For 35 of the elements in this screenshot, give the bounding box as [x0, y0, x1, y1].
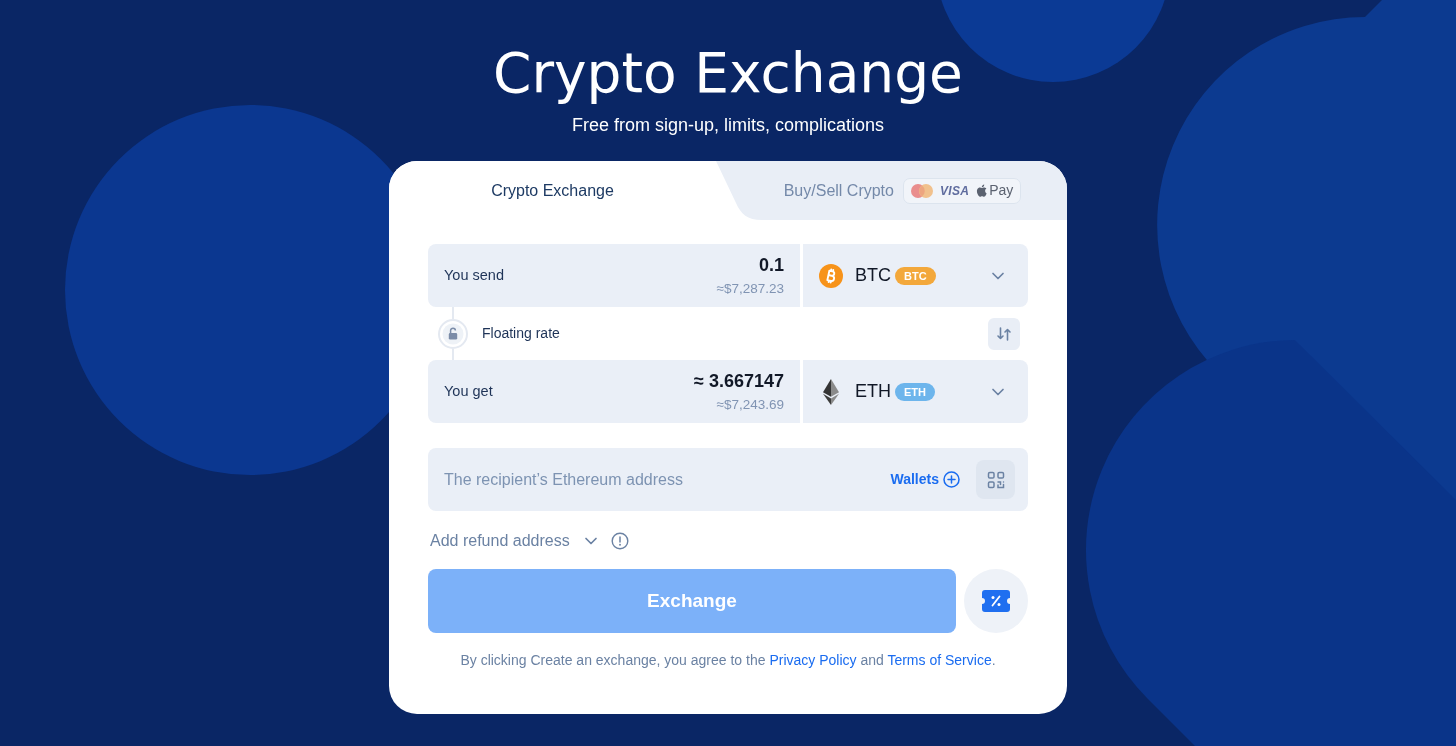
currency-select[interactable]: BTC BTC	[803, 244, 1028, 307]
bitcoin-coin-icon	[819, 263, 843, 288]
info-icon	[610, 531, 629, 550]
field-label: You send	[444, 265, 504, 285]
wallets-link[interactable]: Wallets	[890, 469, 960, 490]
amount-value: ≈ 3.667147	[694, 369, 784, 392]
swap-button[interactable]	[988, 317, 1020, 350]
amount-value: 0.1	[758, 253, 784, 276]
plus-circle-icon	[943, 471, 960, 488]
discount-ticket-icon	[982, 590, 1010, 612]
currency-select[interactable]: ETH ETH	[803, 360, 1028, 423]
amount-field[interactable]: You get ≈ 3.667147 ≈$7,243.69	[428, 360, 800, 423]
qr-code-icon	[986, 470, 1005, 489]
overlapping-circles-icon	[910, 183, 933, 198]
amount-field[interactable]: You send 0.1 ≈$7,287.23	[428, 244, 800, 307]
legal-notice: By clicking Create an exchange, you agree to the Privacy Policy and Terms of Service.	[459, 651, 997, 670]
qr-scan-button[interactable]	[976, 460, 1015, 499]
apple-icon	[976, 184, 988, 197]
currency-badge: ETH	[895, 382, 935, 401]
refund-address-toggle[interactable]: Add refund address	[428, 528, 599, 553]
swap-arrows-icon	[995, 324, 1013, 343]
page-title: Crypto Exchange	[492, 44, 964, 102]
fiat-value: ≈$7,287.23	[716, 279, 784, 298]
field-label: You get	[444, 381, 493, 401]
currency-badge: BTC	[895, 266, 936, 285]
policy-link[interactable]: Terms of Service	[887, 652, 992, 668]
card-brand-text: VISA	[939, 182, 970, 200]
ether-diamond-icon	[823, 378, 839, 405]
rate-label: Floating rate	[482, 324, 560, 343]
address-field[interactable]: The recipient’s Ethereum address Wallets	[428, 448, 1028, 511]
policy-link[interactable]: Privacy Policy	[769, 652, 857, 668]
page-subtitle: Free from sign-up, limits, complications	[570, 114, 886, 136]
tab[interactable]: Buy/Sell Crypto VISA Pay	[716, 161, 1067, 220]
pay-text: Pay	[989, 181, 1014, 200]
fiat-value: ≈$7,243.69	[716, 395, 784, 414]
